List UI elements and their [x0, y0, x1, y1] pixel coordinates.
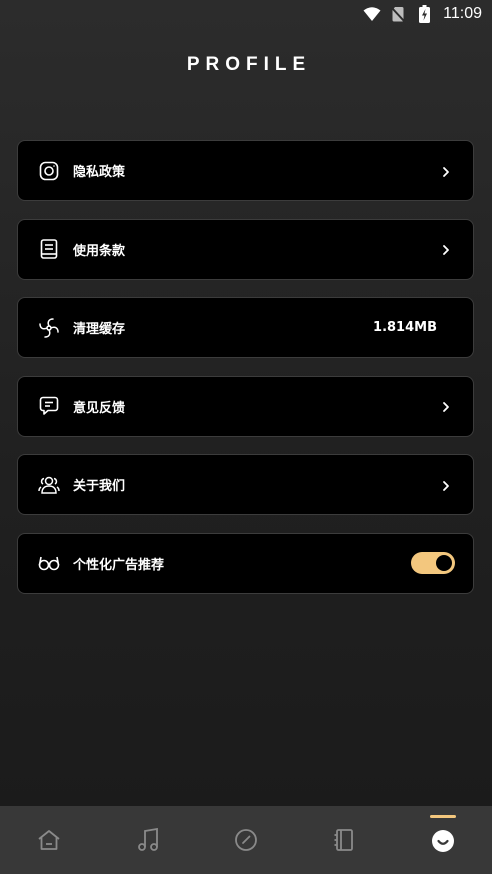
menu-item-label: 使用条款 [73, 243, 126, 259]
bottom-tab-bar [0, 806, 492, 874]
cache-size-value: 1.814MB [373, 320, 437, 335]
feedback-icon [38, 395, 60, 417]
toggle-knob [436, 555, 452, 571]
status-time: 11:09 [443, 5, 482, 22]
personalized-ads-toggle[interactable] [411, 552, 455, 574]
settings-menu: 隐私政策 使用条款 清理缓存 1.814MB 意见反馈 关于我们 个性化广告推荐 [17, 140, 474, 611]
status-bar: 11:09 [0, 0, 492, 28]
menu-item-feedback[interactable]: 意见反馈 [17, 375, 474, 437]
home-icon [36, 827, 62, 853]
active-tab-indicator [429, 815, 456, 818]
tab-profile[interactable] [394, 806, 492, 874]
menu-item-personalized-ads: 个性化广告推荐 [17, 532, 474, 594]
tab-home[interactable] [0, 806, 98, 874]
battery-charging-icon [415, 5, 433, 23]
chevron-right-icon [441, 478, 451, 492]
menu-item-clear-cache[interactable]: 清理缓存 1.814MB [17, 297, 474, 358]
document-icon [38, 238, 60, 260]
notebook-icon [331, 827, 357, 853]
chevron-right-icon [441, 164, 451, 178]
profile-face-icon [430, 827, 456, 853]
menu-item-terms-of-use[interactable]: 使用条款 [17, 218, 474, 280]
tab-music[interactable] [98, 806, 196, 874]
chevron-right-icon [441, 399, 451, 413]
menu-item-about-us[interactable]: 关于我们 [17, 454, 474, 515]
music-note-icon [135, 827, 161, 853]
users-icon [38, 474, 60, 496]
tab-notebook[interactable] [295, 806, 393, 874]
no-sim-icon [389, 5, 407, 23]
menu-item-label: 隐私政策 [73, 165, 126, 180]
compass-icon [233, 827, 259, 853]
fan-icon [38, 317, 60, 339]
tab-discover[interactable] [197, 806, 295, 874]
menu-item-privacy-policy[interactable]: 隐私政策 [17, 140, 474, 201]
wifi-icon [363, 5, 381, 23]
menu-item-label: 意见反馈 [73, 400, 126, 416]
glasses-icon [38, 552, 60, 574]
menu-item-label: 关于我们 [73, 479, 126, 494]
chevron-right-icon [441, 242, 451, 256]
menu-item-label: 清理缓存 [73, 322, 126, 337]
privacy-icon [38, 160, 60, 182]
page-title: PROFILE [186, 54, 312, 75]
menu-item-label: 个性化广告推荐 [73, 557, 165, 573]
